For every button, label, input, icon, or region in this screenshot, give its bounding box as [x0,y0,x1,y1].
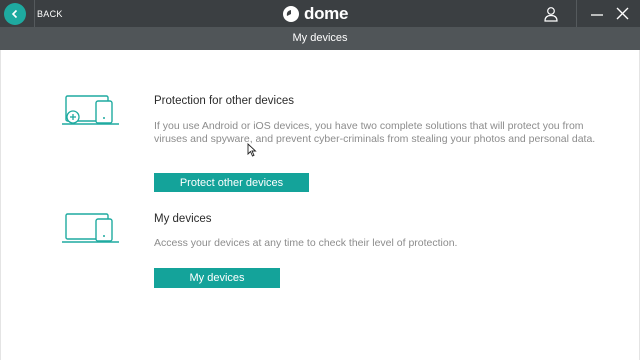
protect-other-devices-button[interactable]: Protect other devices [154,173,309,192]
mouse-cursor-icon [247,143,257,157]
section-description-my-devices: Access your devices at any time to check… [154,237,458,249]
logo-text: dome [304,4,349,23]
main-content: Protection for other devices If you use … [0,50,640,360]
back-arrow-icon [4,2,26,25]
user-icon[interactable] [543,6,559,22]
page-title: My devices [0,27,640,50]
section-description-protection: If you use Android or iOS devices, you h… [154,120,596,145]
close-icon[interactable] [616,7,629,20]
add-device-icon [62,95,119,125]
back-button[interactable]: BACK [4,2,66,25]
section-title-my-devices: My devices [154,213,212,225]
devices-icon [62,213,119,243]
my-devices-button[interactable]: My devices [154,268,280,288]
back-label: BACK [37,8,63,19]
title-bar: BACK dome [0,0,640,27]
divider [576,0,577,27]
section-title-protection: Protection for other devices [154,95,294,107]
dome-logo-icon [283,6,299,22]
app-logo: dome [282,4,348,24]
divider [34,0,35,27]
minimize-icon[interactable] [590,8,604,20]
